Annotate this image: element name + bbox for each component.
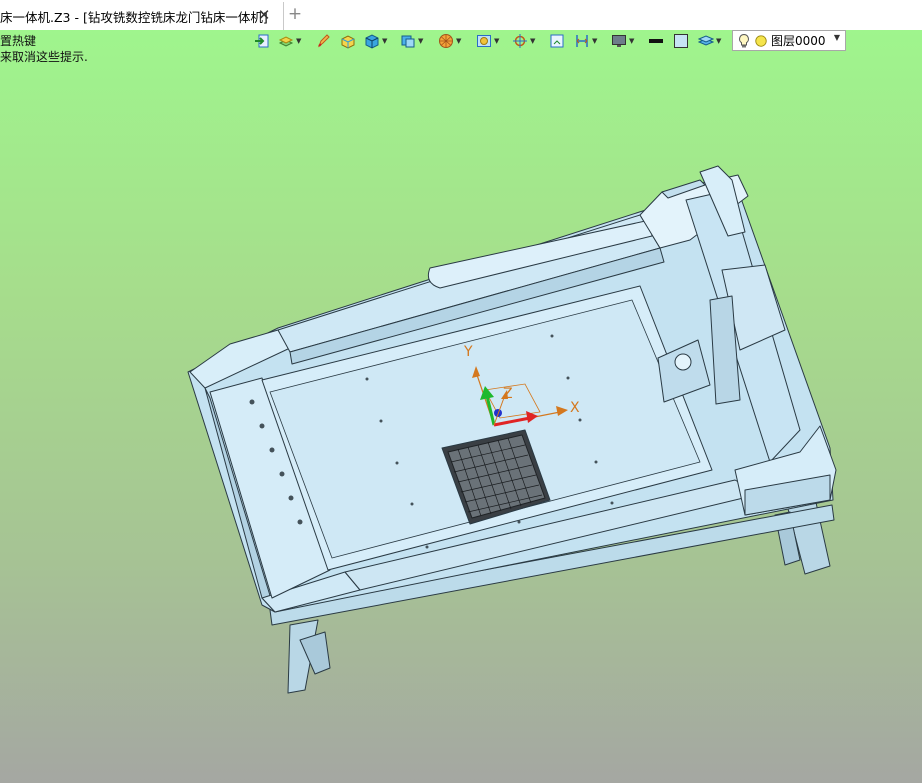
add-tab-icon[interactable]: + <box>287 5 303 23</box>
x-axis-label: X <box>570 400 580 416</box>
document-tab[interactable]: 床一体机.Z3 - [钻攻铣数控铣床龙门钻床一体机] ✕ <box>0 2 284 30</box>
close-icon[interactable]: ✕ <box>256 7 272 23</box>
tab-bar: 床一体机.Z3 - [钻攻铣数控铣床龙门钻床一体机] ✕ + <box>0 0 922 31</box>
3d-viewport[interactable]: 置热键 来取消这些提示. ▼ ▼ ▼ ▼ ▼ ▼ ▼ ▼ ▼ 图层0000 ▼ … <box>0 30 922 783</box>
y-axis-label: Y <box>463 344 473 360</box>
machine-model[interactable]: Y X Z <box>0 30 922 783</box>
z-axis-label: Z <box>503 386 513 402</box>
document-tab-title: 床一体机.Z3 - [钻攻铣数控铣床龙门钻床一体机] <box>0 9 268 25</box>
